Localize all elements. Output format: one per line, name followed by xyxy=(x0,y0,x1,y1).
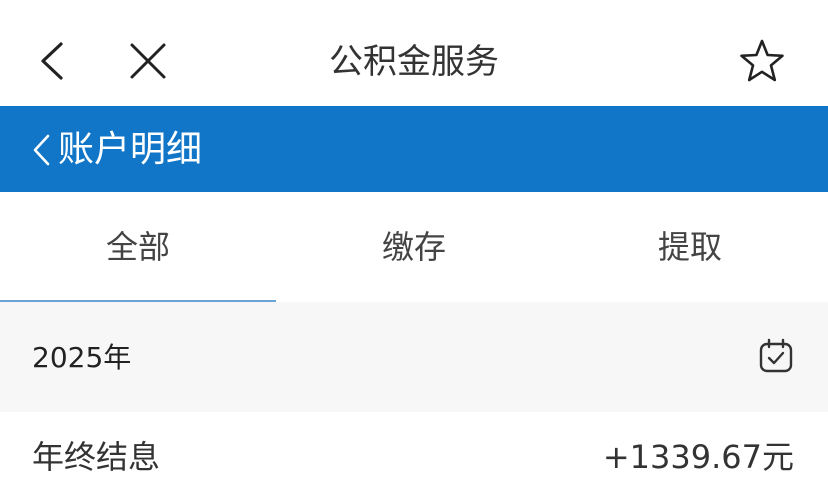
record-amount: +1339.67元 xyxy=(602,438,794,476)
page-title: 公积金服务 xyxy=(329,42,499,82)
section-title: 账户明细 xyxy=(58,129,203,170)
app-page: 公积金服务 账户明细 全部 缴存 提取 2025年 年终结息 +1339.67元 xyxy=(0,0,828,498)
record-label: 年终结息 xyxy=(32,438,161,476)
tab-bar: 全部 缴存 提取 xyxy=(0,192,828,302)
year-label: 2025年 xyxy=(32,341,132,374)
tab-deposit[interactable]: 缴存 xyxy=(276,192,552,302)
section-header: 账户明细 xyxy=(0,106,828,192)
list-item[interactable]: 年终结息 +1339.67元 xyxy=(0,412,828,498)
top-nav-bar: 公积金服务 xyxy=(0,0,828,106)
tab-all[interactable]: 全部 xyxy=(0,192,276,302)
header-back-icon[interactable] xyxy=(30,132,54,168)
year-filter-row[interactable]: 2025年 xyxy=(0,302,828,412)
favorite-button[interactable] xyxy=(738,37,786,85)
tab-withdraw[interactable]: 提取 xyxy=(552,192,828,302)
calendar-check-icon[interactable] xyxy=(758,338,794,374)
star-outline-icon xyxy=(740,39,784,82)
